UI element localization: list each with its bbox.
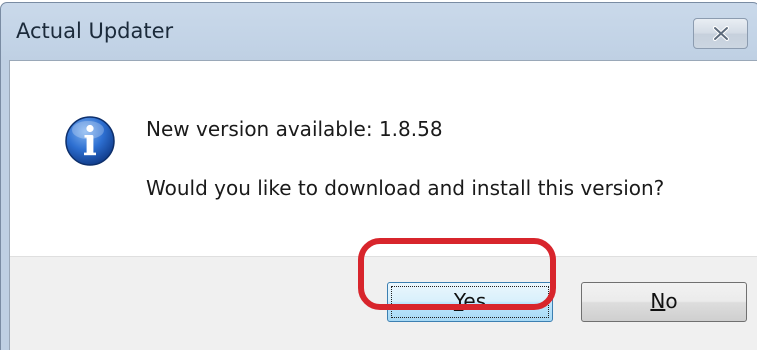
title-bar[interactable]: Actual Updater bbox=[1, 3, 757, 63]
yes-button-mnemonic: Y bbox=[453, 289, 464, 313]
close-button[interactable] bbox=[693, 18, 748, 49]
dialog-client-area: New version available: 1.8.58 Would you … bbox=[9, 60, 757, 350]
no-button[interactable]: No bbox=[581, 282, 747, 322]
window-title: Actual Updater bbox=[16, 19, 174, 43]
yes-button-label: es bbox=[463, 289, 487, 313]
install-question-text: Would you like to download and install t… bbox=[146, 176, 665, 200]
no-button-label: o bbox=[665, 289, 678, 313]
button-area: Yes No bbox=[10, 256, 757, 350]
info-icon bbox=[65, 116, 115, 166]
yes-button[interactable]: Yes bbox=[387, 282, 553, 322]
no-button-mnemonic: N bbox=[650, 289, 666, 313]
close-icon bbox=[713, 26, 729, 41]
screenshot: Actual Updater New version available: 1.… bbox=[0, 0, 757, 350]
version-available-text: New version available: 1.8.58 bbox=[146, 117, 443, 141]
dialog-window: Actual Updater New version available: 1.… bbox=[0, 2, 757, 350]
message-area: New version available: 1.8.58 Would you … bbox=[10, 61, 757, 256]
